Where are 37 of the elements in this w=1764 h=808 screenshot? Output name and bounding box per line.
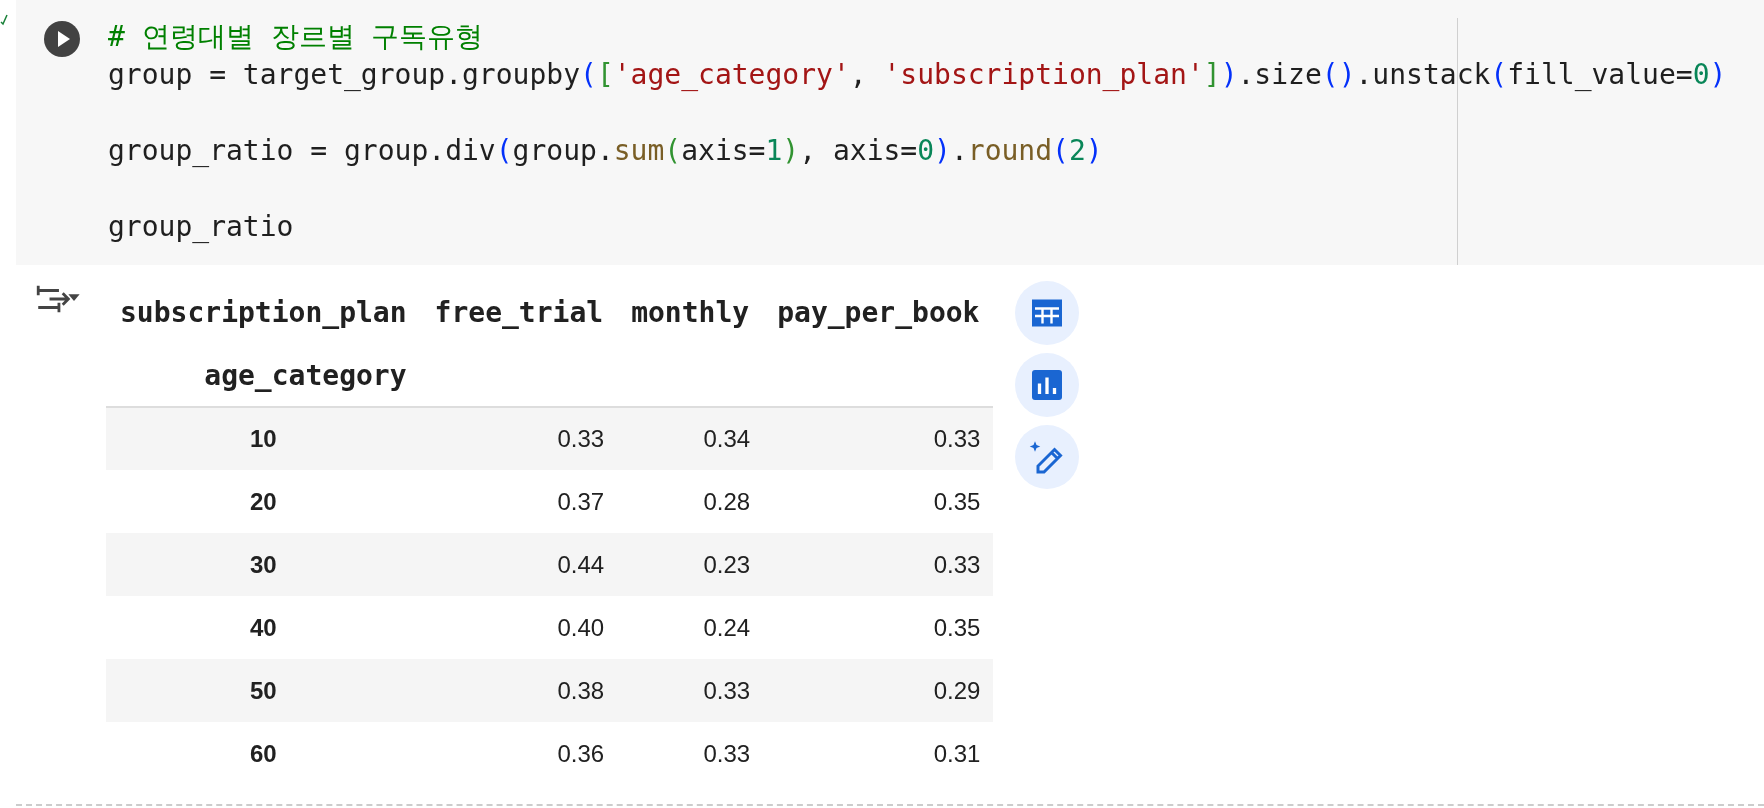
table-cell: 0.38: [420, 659, 618, 722]
row-index: 50: [106, 659, 421, 722]
table-cell: 0.28: [617, 470, 764, 533]
table-cell: 0.23: [617, 533, 764, 596]
column-header: subscription_plan: [119, 294, 408, 331]
table-cell: 0.36: [420, 722, 618, 785]
row-index: 20: [106, 470, 421, 533]
code-line: group = target_group.groupby(['age_category', 'subscription_plan']).size().unstack(fill_value=0): [108, 57, 1727, 93]
run-button[interactable]: [44, 21, 80, 57]
code-line: # 연령대별 장르별 구독유형: [108, 19, 485, 55]
table-cell: 0.44: [420, 533, 618, 596]
row-index: 10: [106, 407, 421, 470]
table-cell: 0.34: [617, 407, 764, 470]
table-cell: 0.33: [617, 722, 764, 785]
code-line: group_ratio: [108, 209, 295, 245]
row-index: 40: [106, 596, 421, 659]
table-cell: 0.37: [420, 470, 618, 533]
pencil-sparkle-icon: [1029, 439, 1066, 475]
table-cell: 0.24: [617, 596, 764, 659]
table-cell: 0.40: [420, 596, 618, 659]
table-cell: 0.31: [763, 722, 994, 785]
column-header: monthly: [630, 294, 751, 331]
output-toggle-icon[interactable]: [36, 283, 80, 315]
table-cell: 0.33: [763, 533, 994, 596]
row-index: 30: [106, 533, 421, 596]
column-header: pay_per_book: [776, 294, 981, 331]
check-icon: [0, 14, 8, 26]
index-header: age_category: [106, 345, 421, 407]
code-line: group_ratio = group.div(group.sum(axis=1), axis=0).round(2): [108, 133, 1104, 169]
table-cell: 0.33: [763, 407, 994, 470]
table-cell: 0.35: [763, 596, 994, 659]
table-cell: 0.35: [763, 470, 994, 533]
column-header: free_trial: [433, 294, 605, 331]
row-index: 60: [106, 722, 421, 785]
table-cell: 0.33: [617, 659, 764, 722]
table-cell: 0.29: [763, 659, 994, 722]
table-cell: 0.33: [420, 407, 618, 470]
